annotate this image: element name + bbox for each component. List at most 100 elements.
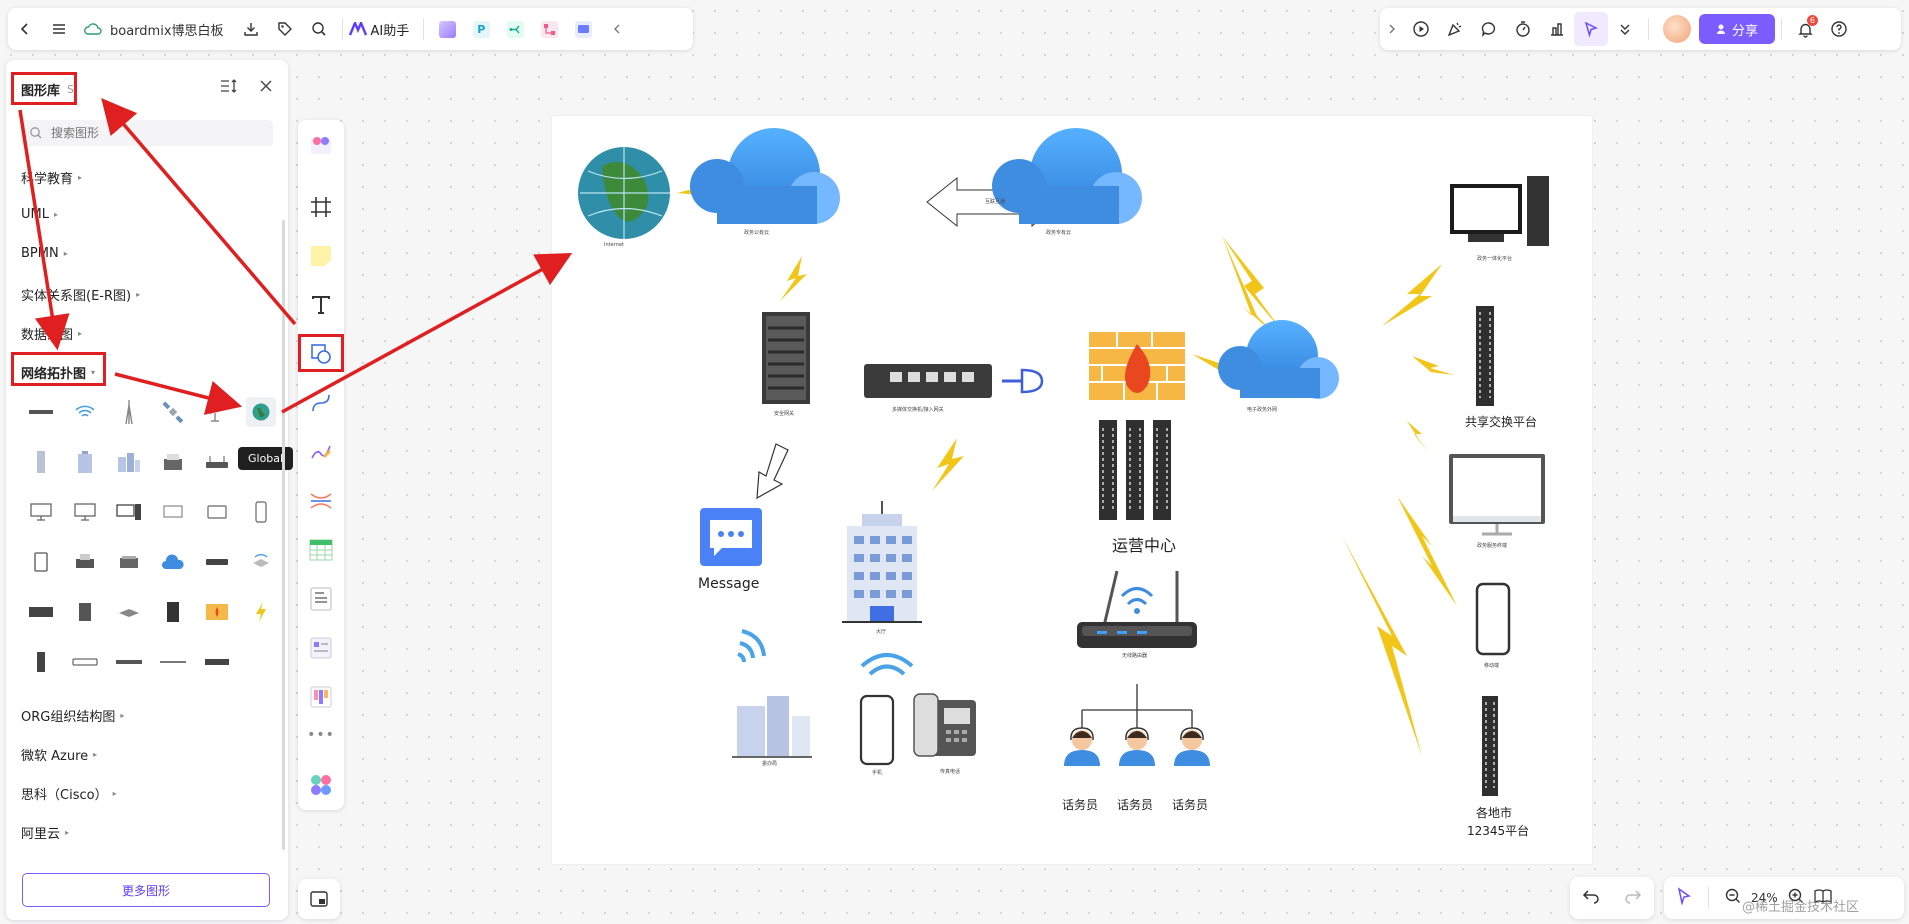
search-box[interactable]: [21, 120, 273, 146]
shape-scanner-icon[interactable]: [114, 547, 144, 577]
ai-assistant-button[interactable]: AI助手: [348, 20, 409, 39]
shape-patch-panel-icon[interactable]: [158, 647, 188, 677]
category-org[interactable]: ORG组织结构图 ▸: [21, 706, 124, 725]
globe-icon[interactable]: [578, 147, 670, 239]
category-bpmn[interactable]: BPMN ▸: [21, 246, 68, 261]
flow-plugin-icon[interactable]: [532, 12, 566, 46]
shape-router-flat-icon[interactable]: [202, 547, 232, 577]
shape-server-small-icon[interactable]: [26, 647, 56, 677]
firewall-icon[interactable]: [1089, 332, 1185, 400]
tag-icon[interactable]: [268, 12, 302, 46]
sticky-note-icon[interactable]: [306, 241, 336, 271]
fax-phone-icon[interactable]: [913, 693, 976, 757]
card-icon[interactable]: [306, 633, 336, 663]
play-icon[interactable]: [1404, 12, 1438, 46]
shape-satellite-icon[interactable]: [158, 397, 188, 427]
switch-icon[interactable]: [864, 364, 1044, 398]
shape-phone-icon[interactable]: [246, 497, 276, 527]
canvas-board[interactable]: Internet 政务公有云 互联互通 政务专有云 安全网关 多媒体交换机/接入…: [552, 116, 1592, 864]
shape-rack-icon[interactable]: [26, 597, 56, 627]
category-cisco[interactable]: 思科（Cisco） ▸: [21, 784, 117, 803]
undo-icon[interactable]: [1582, 888, 1600, 908]
exchange-switch-icon[interactable]: [1476, 306, 1494, 406]
table-icon[interactable]: [306, 535, 336, 565]
pen-icon[interactable]: [306, 437, 336, 467]
document-icon[interactable]: [306, 584, 336, 614]
frame-icon[interactable]: [306, 192, 336, 222]
category-aliyun[interactable]: 阿里云 ▸: [21, 823, 69, 842]
download-icon[interactable]: [234, 12, 268, 46]
expand-icon[interactable]: [1380, 12, 1404, 46]
shape-globe-icon[interactable]: [246, 397, 276, 427]
vote-icon[interactable]: [1540, 12, 1574, 46]
kanban-icon[interactable]: [306, 682, 336, 712]
shape-wireless-ap-icon[interactable]: [246, 547, 276, 577]
user-avatar[interactable]: [1663, 15, 1691, 43]
back-icon[interactable]: [8, 12, 42, 46]
shape-cable-icon[interactable]: [26, 397, 56, 427]
building-icon[interactable]: [842, 501, 922, 623]
shape-firewall-icon[interactable]: [202, 597, 232, 627]
connector-icon[interactable]: [306, 388, 336, 418]
search-icon[interactable]: [302, 12, 336, 46]
redo-icon[interactable]: [1624, 888, 1642, 908]
select-cursor-icon[interactable]: [1676, 887, 1692, 909]
down-arrow[interactable]: [756, 443, 789, 500]
mindmap-plugin-icon[interactable]: [498, 12, 532, 46]
shape-tower-icon[interactable]: [114, 397, 144, 427]
operators-icon[interactable]: [1064, 727, 1210, 766]
timer-icon[interactable]: [1506, 12, 1540, 46]
minimap-toggle[interactable]: [298, 879, 340, 919]
mobile-icon[interactable]: [859, 694, 895, 766]
scrollbar[interactable]: [282, 220, 285, 850]
cloud-private-icon[interactable]: [992, 128, 1142, 224]
p-plugin-icon[interactable]: P: [464, 12, 498, 46]
share-button[interactable]: 分享: [1699, 14, 1775, 44]
more-tools-icon[interactable]: •••: [306, 720, 336, 750]
shape-desktop-icon[interactable]: [26, 497, 56, 527]
shape-storage-icon[interactable]: [70, 597, 100, 627]
shape-tablet-portrait-icon[interactable]: [26, 547, 56, 577]
phone-right-icon[interactable]: [1475, 582, 1511, 656]
shape-switch-box-icon[interactable]: [202, 647, 232, 677]
shape-laptop-icon[interactable]: [158, 497, 188, 527]
shape-fax-icon[interactable]: [158, 447, 188, 477]
shape-server-tall-icon[interactable]: [26, 447, 56, 477]
category-azure[interactable]: 微软 Azure ▸: [21, 745, 97, 764]
category-er[interactable]: 实体关系图(E-R图) ▸: [21, 285, 140, 304]
monitor-icon[interactable]: [1449, 454, 1545, 536]
chat-plugin-icon[interactable]: [566, 12, 600, 46]
apps-icon[interactable]: [306, 770, 336, 800]
shape-building-icon[interactable]: [70, 447, 100, 477]
shape-buildings-icon[interactable]: [114, 447, 144, 477]
shape-lightning-icon[interactable]: [246, 597, 276, 627]
follow-cursor-icon[interactable]: [1574, 12, 1608, 46]
workstation-icon[interactable]: [1450, 176, 1549, 246]
text-icon[interactable]: [306, 290, 336, 320]
collapse-icon[interactable]: [600, 12, 634, 46]
shape-monitor-icon[interactable]: [70, 497, 100, 527]
shape-modem-icon[interactable]: [202, 447, 232, 477]
close-icon[interactable]: [260, 80, 272, 96]
mindmap-icon[interactable]: [306, 486, 336, 516]
shape-tablet-icon[interactable]: [202, 497, 232, 527]
filter-icon[interactable]: [220, 78, 238, 98]
more-shapes-button[interactable]: 更多图形: [22, 873, 270, 907]
ops-servers-icon[interactable]: [1099, 420, 1171, 520]
cloud-gov-network-icon[interactable]: [1218, 320, 1339, 399]
more-down-icon[interactable]: [1608, 12, 1642, 46]
shape-dish-icon[interactable]: [202, 397, 232, 427]
app-name[interactable]: boardmix博思白板: [110, 20, 224, 39]
shape-switch-small-icon[interactable]: [70, 647, 100, 677]
template-icon[interactable]: [306, 130, 336, 160]
shape-switch-long-icon[interactable]: [114, 647, 144, 677]
router-icon[interactable]: [1077, 570, 1197, 648]
menu-icon[interactable]: [42, 12, 76, 46]
gateway-server-icon[interactable]: [762, 312, 810, 404]
help-icon[interactable]: [1822, 12, 1856, 46]
category-dataflow[interactable]: 数据流图 ▸: [21, 324, 82, 343]
zoom-out-icon[interactable]: [1725, 888, 1741, 908]
cloud-public-icon[interactable]: [690, 128, 840, 224]
shape-server-rack-icon[interactable]: [158, 597, 188, 627]
message-icon[interactable]: [700, 508, 762, 566]
